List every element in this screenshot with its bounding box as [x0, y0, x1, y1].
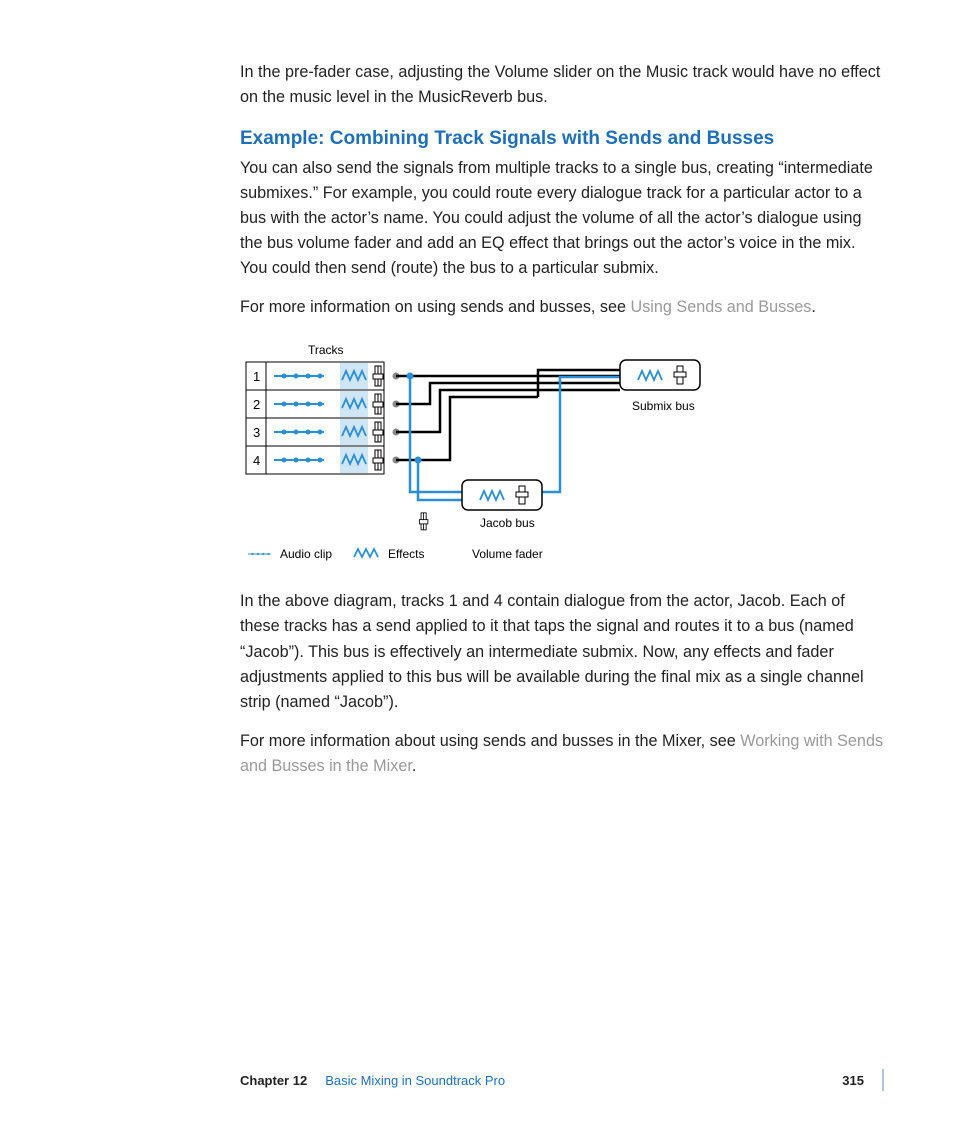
text: .	[412, 757, 417, 775]
jacob-bus-icon	[462, 480, 542, 510]
body-paragraph: You can also send the signals from multi…	[240, 156, 884, 282]
jacob-bus-label: Jacob bus	[480, 516, 535, 530]
legend-audio: Audio clip	[280, 547, 332, 561]
routing-diagram: Tracks	[240, 342, 884, 567]
legend-effects: Effects	[388, 547, 424, 561]
page-footer: Chapter 12 Basic Mixing in Soundtrack Pr…	[240, 1069, 884, 1091]
legend-fader: Volume fader	[472, 547, 543, 561]
body-paragraph: For more information on using sends and …	[240, 295, 884, 320]
submix-bus-label: Submix bus	[632, 399, 695, 413]
track-row: 1	[246, 362, 384, 390]
section-heading: Example: Combining Track Signals with Se…	[240, 124, 884, 153]
body-paragraph: For more information about using sends a…	[240, 729, 884, 779]
main-signal-lines	[393, 370, 621, 464]
track-number: 4	[253, 453, 260, 468]
intro-paragraph: In the pre-fader case, adjusting the Vol…	[240, 60, 884, 110]
tracks-label: Tracks	[308, 343, 344, 357]
track-number: 3	[253, 425, 260, 440]
track-row: 3	[246, 418, 384, 446]
submix-bus-icon	[620, 360, 700, 390]
track-number: 1	[253, 369, 260, 384]
chapter-title: Basic Mixing in Soundtrack Pro	[325, 1073, 832, 1088]
text: For more information on using sends and …	[240, 298, 631, 316]
link-using-sends[interactable]: Using Sends and Busses	[631, 298, 812, 316]
chapter-label: Chapter 12	[240, 1073, 307, 1088]
page-number: 315	[842, 1073, 864, 1088]
track-row: 4	[246, 446, 384, 474]
text: For more information about using sends a…	[240, 732, 740, 750]
track-number: 2	[253, 397, 260, 412]
body-paragraph: In the above diagram, tracks 1 and 4 con…	[240, 589, 884, 715]
text: .	[811, 298, 816, 316]
track-row: 2	[246, 390, 384, 418]
